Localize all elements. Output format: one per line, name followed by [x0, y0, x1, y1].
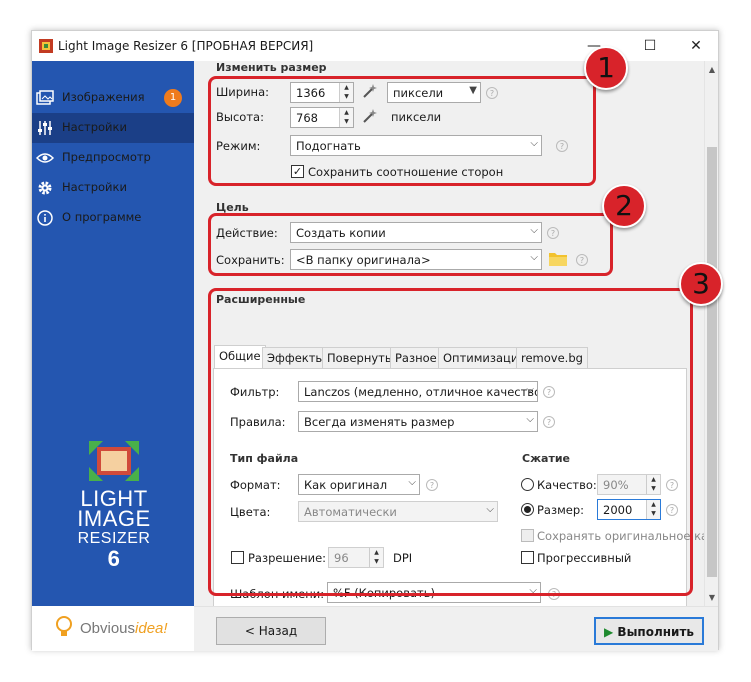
- sidebar-item-options[interactable]: Настройки: [32, 173, 194, 203]
- resize-section-title: Изменить размер: [216, 61, 327, 74]
- app-icon: [39, 39, 53, 53]
- sidebar-item-about[interactable]: О программе: [32, 203, 194, 233]
- annotation-marker-3: 3: [679, 262, 723, 306]
- annotation-box-resize: [208, 76, 596, 186]
- eye-icon: [36, 153, 54, 163]
- images-icon: [36, 90, 54, 105]
- sidebar-item-label: Изображения: [62, 90, 145, 104]
- close-button[interactable]: ✕: [674, 33, 718, 59]
- back-button[interactable]: < Назад: [216, 617, 326, 645]
- images-count-badge: 1: [164, 89, 182, 107]
- scroll-down-icon[interactable]: ▼: [707, 593, 717, 602]
- maximize-button[interactable]: ☐: [628, 33, 672, 59]
- annotation-box-target: [208, 213, 613, 276]
- run-button[interactable]: ▶ Выполнить: [594, 617, 704, 645]
- logo-line: IMAGE: [77, 506, 151, 531]
- sidebar-item-label: Настройки: [62, 120, 127, 134]
- sidebar-item-preview[interactable]: Предпросмотр: [32, 143, 194, 173]
- app-logo: LIGHT IMAGE RESIZER 6: [62, 441, 166, 571]
- vertical-scrollbar[interactable]: ▲ ▼: [704, 61, 718, 606]
- gear-icon: [38, 181, 52, 195]
- window-title: Light Image Resizer 6 [ПРОБНАЯ ВЕРСИЯ]: [58, 39, 314, 53]
- run-button-label: Выполнить: [617, 625, 694, 639]
- info-icon: [37, 210, 53, 226]
- annotation-marker-1: 1: [584, 46, 628, 90]
- sidebar: Изображения 1 Настройки Предпросмотр Нас…: [32, 61, 194, 606]
- brand-footer: Obviousidea!: [32, 606, 194, 651]
- logo-image-icon: [89, 441, 139, 481]
- lightbulb-icon: [56, 616, 72, 636]
- logo-line: 6: [107, 546, 121, 571]
- play-icon: ▶: [604, 625, 614, 639]
- sidebar-item-label: О программе: [62, 210, 142, 224]
- bottom-bar: < Назад ▶ Выполнить: [194, 606, 718, 651]
- annotation-marker-2: 2: [602, 184, 646, 228]
- scrollbar-thumb[interactable]: [707, 147, 717, 577]
- scroll-up-icon[interactable]: ▲: [707, 65, 717, 74]
- sidebar-item-label: Предпросмотр: [62, 150, 151, 164]
- sliders-icon: [38, 121, 52, 135]
- brand-name: Obviousidea!: [80, 620, 168, 637]
- sidebar-item-images[interactable]: Изображения 1: [32, 83, 194, 113]
- annotation-box-advanced: [208, 288, 693, 596]
- sidebar-item-label: Настройки: [62, 180, 127, 194]
- sidebar-item-settings[interactable]: Настройки: [32, 113, 194, 143]
